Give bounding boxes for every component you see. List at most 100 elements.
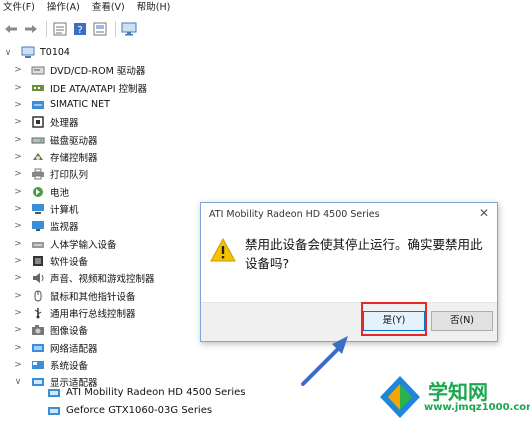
tree-item-label: 软件设备 — [50, 256, 89, 268]
tree-item-simatic[interactable]: > SIMATIC NET — [12, 96, 110, 113]
chevron-right-icon[interactable]: > — [12, 308, 24, 318]
menu-view[interactable]: 查看(V) — [86, 0, 131, 16]
tree-item-disk[interactable]: > 磁盘驱动器 — [12, 131, 97, 148]
tree-item-imaging[interactable]: > 图像设备 — [12, 321, 88, 338]
no-button[interactable]: 否(N) — [431, 311, 493, 331]
network-icon — [30, 98, 46, 111]
storage-controller-icon — [30, 150, 46, 163]
network-adapter-icon — [30, 341, 46, 354]
tree-item-label: 声音、视频和游戏控制器 — [50, 273, 155, 285]
annotation-arrow-icon — [301, 336, 348, 386]
tree-item-mouse[interactable]: > 鼠标和其他指针设备 — [12, 287, 136, 304]
tree-item-network-adapter[interactable]: > 网络适配器 — [12, 339, 98, 356]
chevron-right-icon[interactable]: > — [12, 100, 24, 110]
chevron-right-icon[interactable]: > — [12, 239, 24, 249]
warning-icon — [210, 237, 236, 262]
tree-item-label: 处理器 — [50, 117, 79, 129]
menu-file[interactable]: 文件(F) — [0, 0, 41, 16]
tree-child-label: Geforce GTX1060-03G Series — [66, 405, 213, 416]
toolbar: ? — [0, 17, 530, 41]
chevron-right-icon[interactable]: > — [12, 169, 24, 179]
menu-action[interactable]: 操作(A) — [41, 0, 86, 16]
tree-item-label: 网络适配器 — [50, 343, 98, 355]
chevron-right-icon[interactable]: > — [12, 256, 24, 266]
watermark-title: 学知网 — [428, 380, 488, 404]
tree-child-geforce[interactable]: Geforce GTX1060-03G Series — [46, 402, 212, 419]
tree-item-hid[interactable]: > 人体学输入设备 — [12, 235, 117, 252]
tree-item-software[interactable]: > 软件设备 — [12, 252, 88, 269]
tree-item-storage[interactable]: > 存储控制器 — [12, 148, 98, 165]
tree-root-label: T0104 — [40, 47, 70, 58]
chevron-right-icon[interactable]: > — [12, 204, 24, 214]
tree-item-label: 电池 — [50, 187, 70, 199]
tree-item-label: 鼠标和其他指针设备 — [50, 291, 136, 303]
tree-item-label: 存储控制器 — [50, 152, 98, 164]
chevron-right-icon[interactable]: > — [12, 325, 24, 335]
hid-icon — [30, 237, 46, 250]
tree-item-print-queue[interactable]: > 打印队列 — [12, 165, 88, 182]
tree-item-label: 计算机 — [50, 204, 79, 216]
tree-item-computer[interactable]: > 计算机 — [12, 200, 79, 217]
tree-item-label: 通用串行总线控制器 — [50, 308, 136, 320]
chevron-right-icon[interactable]: > — [12, 360, 24, 370]
svg-text:?: ? — [77, 25, 82, 36]
menu-bar: 文件(F) 操作(A) 查看(V) 帮助(H) — [0, 0, 530, 16]
back-arrow-icon[interactable] — [2, 20, 20, 38]
close-icon[interactable]: ✕ — [477, 206, 491, 220]
tree-item-label: 监视器 — [50, 221, 79, 233]
tree-item-dvd[interactable]: > DVD/CD-ROM 驱动器 — [12, 61, 145, 78]
sound-icon — [30, 271, 46, 284]
tree-item-label: DVD/CD-ROM 驱动器 — [50, 65, 146, 77]
dvd-drive-icon — [30, 63, 46, 76]
tree-item-system[interactable]: > 系统设备 — [12, 356, 88, 373]
mouse-icon — [30, 289, 46, 302]
usb-icon — [30, 306, 46, 319]
logo-icon — [380, 376, 420, 418]
tree-root[interactable]: ∨ T0104 — [2, 44, 70, 61]
tree-item-battery[interactable]: > 电池 — [12, 183, 69, 200]
ide-controller-icon — [30, 81, 46, 94]
chevron-down-icon[interactable]: ∨ — [2, 48, 14, 58]
tree-item-usb[interactable]: > 通用串行总线控制器 — [12, 304, 136, 321]
display-adapter-icon — [46, 386, 62, 399]
tree-item-monitor[interactable]: > 监视器 — [12, 217, 79, 234]
monitor-icon[interactable] — [120, 20, 138, 38]
menu-help[interactable]: 帮助(H) — [131, 0, 177, 16]
tree-item-label: 人体学输入设备 — [50, 239, 117, 251]
watermark: 学知网 www.jmqz1000.com — [376, 372, 530, 425]
chevron-right-icon[interactable]: > — [12, 135, 24, 145]
help-icon[interactable]: ? — [71, 20, 89, 38]
tree-item-sound[interactable]: > 声音、视频和游戏控制器 — [12, 269, 155, 286]
tree-item-label: 图像设备 — [50, 325, 89, 337]
chevron-right-icon[interactable]: > — [12, 117, 24, 127]
device-view-icon[interactable] — [91, 20, 109, 38]
display-adapter-icon — [46, 404, 62, 417]
chevron-right-icon[interactable]: > — [12, 152, 24, 162]
tree-child-ati[interactable]: ATI Mobility Radeon HD 4500 Series — [46, 384, 246, 401]
tree-item-label: SIMATIC NET — [50, 99, 110, 110]
chevron-right-icon[interactable]: > — [12, 291, 24, 301]
computer-root-icon — [20, 46, 36, 59]
chevron-down-icon[interactable]: ∨ — [12, 377, 24, 387]
chevron-right-icon[interactable]: > — [12, 273, 24, 283]
chevron-right-icon[interactable]: > — [12, 65, 24, 75]
tree-item-label: IDE ATA/ATAPI 控制器 — [50, 83, 148, 95]
forward-arrow-icon[interactable] — [22, 20, 40, 38]
disk-drive-icon — [30, 133, 46, 146]
chevron-right-icon[interactable]: > — [12, 83, 24, 93]
confirm-dialog: ATI Mobility Radeon HD 4500 Series ✕ 禁用此… — [200, 202, 498, 342]
camera-icon — [30, 323, 46, 336]
properties-icon[interactable] — [51, 20, 69, 38]
tree-item-processor[interactable]: > 处理器 — [12, 113, 79, 130]
chevron-right-icon[interactable]: > — [12, 343, 24, 353]
toolbar-separator — [115, 21, 116, 37]
software-device-icon — [30, 254, 46, 267]
tree-item-ide[interactable]: > IDE ATA/ATAPI 控制器 — [12, 79, 147, 96]
chevron-right-icon[interactable]: > — [12, 221, 24, 231]
chevron-right-icon[interactable]: > — [12, 187, 24, 197]
tree-item-label: 系统设备 — [50, 360, 89, 372]
dialog-title: ATI Mobility Radeon HD 4500 Series — [209, 209, 380, 220]
processor-icon — [30, 115, 46, 128]
highlight-box — [361, 302, 427, 336]
dialog-message: 禁用此设备会使其停止运行。确实要禁用此设备吗? — [245, 237, 483, 271]
